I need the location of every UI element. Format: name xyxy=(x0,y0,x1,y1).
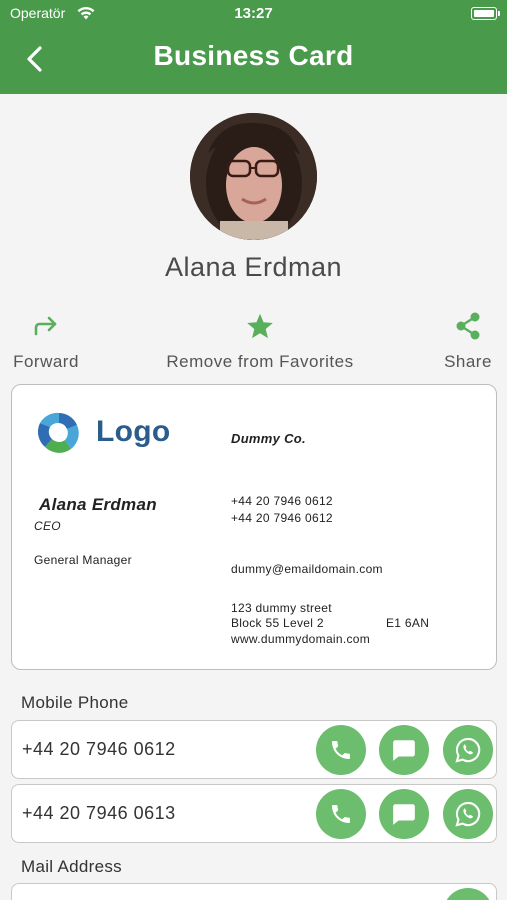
whatsapp-icon xyxy=(455,737,481,763)
share-label: Share xyxy=(444,352,492,371)
battery-icon xyxy=(471,7,500,20)
card-phone-2: +44 20 7946 0612 xyxy=(231,511,333,525)
mobile-phone-label: Mobile Phone xyxy=(21,693,129,712)
phone-number: +44 20 7946 0613 xyxy=(22,803,176,823)
whatsapp-icon xyxy=(455,801,481,827)
message-button[interactable] xyxy=(379,725,429,775)
forward-label: Forward xyxy=(13,352,79,371)
mail-address-label: Mail Address xyxy=(21,857,122,876)
card-website: www.dummydomain.com xyxy=(231,632,371,646)
call-button[interactable] xyxy=(316,725,366,775)
phone-row: +44 20 7946 0613 xyxy=(11,784,497,843)
phone-row: +44 20 7946 0612 xyxy=(11,720,497,779)
card-email: dummy@emaildomain.com xyxy=(231,562,383,576)
card-title: CEO xyxy=(34,519,61,533)
company-logo-icon xyxy=(37,412,79,453)
avatar xyxy=(190,113,317,240)
favorite-label: Remove from Favorites xyxy=(166,352,354,371)
clock: 13:27 xyxy=(234,5,273,22)
mail-row[interactable] xyxy=(11,883,497,900)
card-phone-1: +44 20 7946 0612 xyxy=(231,494,333,508)
remove-favorite-button[interactable]: Remove from Favorites xyxy=(150,310,370,372)
share-button[interactable]: Share xyxy=(438,310,498,372)
phone-number: +44 20 7946 0612 xyxy=(22,739,176,759)
forward-button[interactable]: Forward xyxy=(6,310,86,372)
logo-text: Logo xyxy=(96,415,171,448)
forward-arrow-icon xyxy=(34,316,57,336)
card-role: General Manager xyxy=(34,553,132,567)
status-bar: Operatör 13:27 xyxy=(10,5,500,25)
phone-icon xyxy=(332,805,350,823)
star-icon xyxy=(247,313,273,339)
card-address-line2: Block 55 Level 2 xyxy=(231,616,324,630)
contact-name: Alana Erdman xyxy=(164,252,343,282)
card-postcode: E1 6AN xyxy=(386,616,430,630)
call-button[interactable] xyxy=(316,789,366,839)
card-address-line1: 123 dummy street xyxy=(231,601,332,615)
email-button[interactable] xyxy=(443,888,493,900)
page-title: Business Card xyxy=(153,40,354,71)
nav-header: Operatör 13:27 Business Card xyxy=(0,0,507,94)
whatsapp-button[interactable] xyxy=(443,725,493,775)
card-name: Alana Erdman xyxy=(39,495,157,514)
company-name: Dummy Co. xyxy=(231,431,306,446)
message-icon xyxy=(393,740,415,761)
whatsapp-button[interactable] xyxy=(443,789,493,839)
business-card: Logo Dummy Co. Alana Erdman CEO General … xyxy=(11,384,497,670)
phone-icon xyxy=(332,741,350,759)
share-icon xyxy=(456,312,480,340)
message-icon xyxy=(393,804,415,825)
message-button[interactable] xyxy=(379,789,429,839)
